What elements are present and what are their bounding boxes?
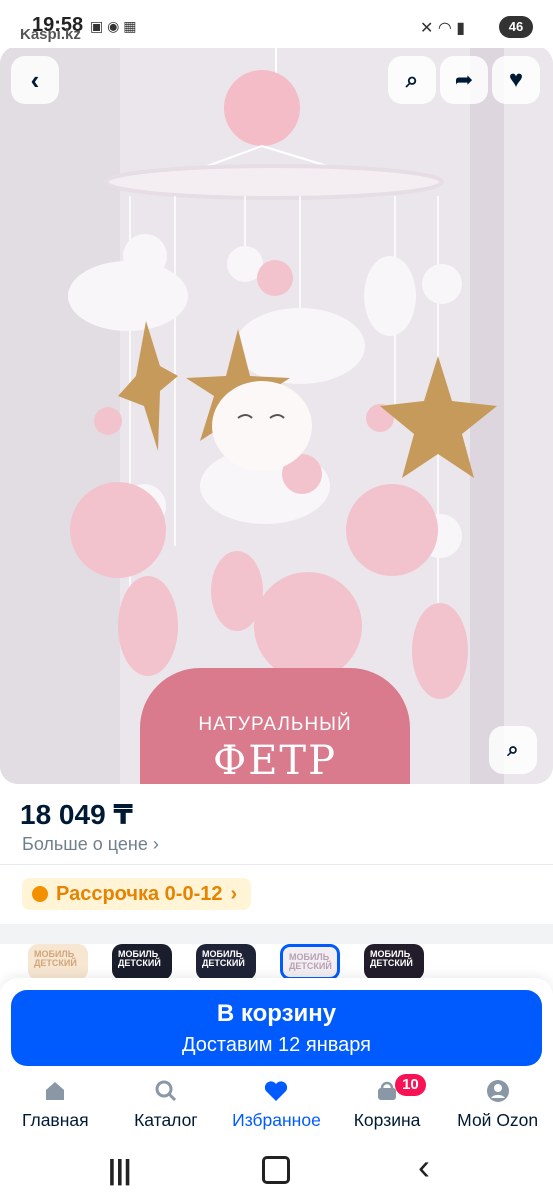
divider: [0, 864, 553, 865]
notification-icon: ▣ ◉ ▦: [90, 18, 137, 34]
cart-count-badge: 10: [395, 1074, 426, 1096]
delivery-date: Доставим 12 января: [182, 1034, 371, 1056]
nav-cart-label: Корзина: [353, 1110, 421, 1130]
felt-label-big: ФЕТР: [213, 738, 337, 784]
nav-favorites[interactable]: Избранное: [221, 1074, 332, 1144]
signal-icons: ✕ ◠ ▮: [420, 20, 466, 37]
add-to-cart-label: В корзину: [216, 1000, 337, 1027]
favorite-button[interactable]: ♥: [492, 56, 540, 104]
battery-indicator: 46: [499, 16, 533, 38]
chevron-right-icon: ›: [152, 834, 159, 854]
share-button[interactable]: ➦: [440, 56, 488, 104]
product-price: 18 049 ₸: [20, 799, 133, 830]
nav-catalog[interactable]: Каталог: [111, 1074, 222, 1144]
price-details-link[interactable]: Больше о цене ›: [22, 834, 159, 855]
variant-thumb[interactable]: МОБИЛЬ ДЕТСКИЙ: [28, 944, 88, 980]
search-button[interactable]: ⌕: [388, 56, 436, 104]
chevron-right-icon: ›: [230, 882, 238, 905]
section-gap: [0, 924, 553, 944]
variant-thumb[interactable]: МОБИЛЬ ДЕТСКИЙ: [112, 944, 172, 980]
nav-catalog-label: Каталог: [134, 1110, 198, 1130]
felt-label-small: НАТУРАЛЬНЫЙ: [198, 714, 352, 735]
recent-apps-button[interactable]: |||: [108, 1154, 132, 1186]
search-icon: ⌕: [405, 67, 419, 92]
price-details-label: Больше о цене: [22, 834, 148, 854]
home-icon: [42, 1078, 68, 1104]
product-image[interactable]: ‹ ⌕ ➦ ♥ НАТУРАЛЬНЫЙ ФЕТР ⌕: [0, 46, 553, 784]
nav-cart[interactable]: 10 Корзина: [332, 1074, 443, 1144]
nav-profile-label: Мой Ozon: [457, 1110, 539, 1130]
back-button[interactable]: ‹: [11, 56, 59, 104]
home-button[interactable]: [262, 1156, 290, 1184]
installment-badge[interactable]: Рассрочка 0-0-12 ›: [22, 878, 252, 910]
image-search-button[interactable]: ⌕: [489, 726, 537, 774]
image-search-icon: ⌕: [507, 738, 519, 761]
nav-home[interactable]: Главная: [0, 1074, 111, 1144]
felt-label: НАТУРАЛЬНЫЙ ФЕТР: [140, 668, 410, 784]
variant-thumb-selected[interactable]: МОБИЛЬ ДЕТСКИЙ: [280, 944, 340, 980]
add-to-cart-button[interactable]: В корзину Доставим 12 января: [11, 990, 542, 1066]
system-nav-bar: ||| ‹: [0, 1144, 553, 1200]
nav-home-label: Главная: [21, 1110, 89, 1130]
variant-thumb[interactable]: МОБИЛЬ ДЕТСКИЙ: [196, 944, 256, 980]
nav-profile[interactable]: Мой Ozon: [442, 1074, 553, 1144]
system-back-button[interactable]: ‹: [418, 1146, 430, 1188]
heart-icon: ♥: [508, 66, 524, 93]
variant-thumb[interactable]: МОБИЛЬ ДЕТСКИЙ: [364, 944, 424, 980]
search-icon: [153, 1078, 179, 1104]
back-to-app-label[interactable]: Kaspi.kz: [20, 26, 81, 43]
status-bar: 19:58 ▣ ◉ ▦ Kaspi.kz ✕ ◠ ▮ 46: [0, 0, 553, 48]
bottom-nav: Главная Каталог Избранное 10 Корзина Мой…: [0, 1074, 553, 1144]
share-icon: ➦: [454, 67, 474, 92]
installment-icon: [32, 886, 48, 902]
heart-icon: [263, 1078, 289, 1104]
installment-label: Рассрочка 0-0-12: [56, 882, 223, 905]
nav-favorites-label: Избранное: [232, 1110, 321, 1130]
profile-icon: [485, 1078, 511, 1104]
